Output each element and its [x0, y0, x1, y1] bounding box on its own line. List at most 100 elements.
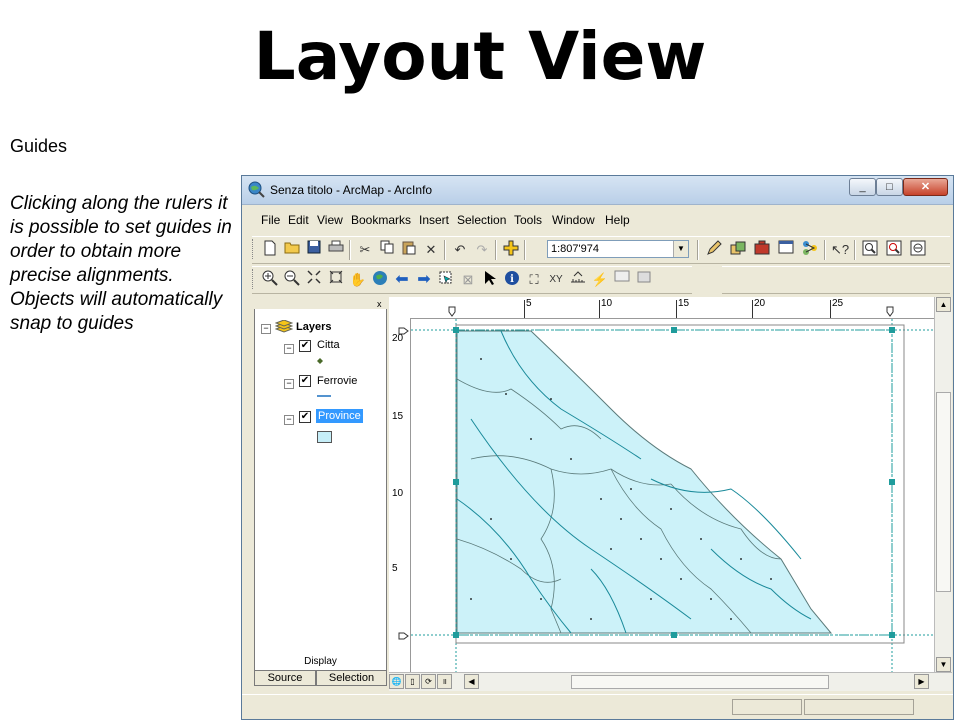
close-button[interactable]: ✕ [903, 178, 948, 196]
layer-citta-checkbox[interactable]: ✔ [299, 340, 311, 352]
open-folder-icon[interactable] [282, 240, 302, 260]
print-icon[interactable] [326, 240, 346, 260]
ruler-label-15: 15 [678, 298, 690, 309]
layer-citta-label[interactable]: Citta [317, 339, 340, 351]
vertical-ruler[interactable]: 20 15 10 5 [389, 318, 411, 673]
ruler-label-25: 25 [832, 298, 844, 309]
fixed-zoom-in-icon[interactable] [304, 270, 324, 290]
scroll-right-icon[interactable]: ▶ [914, 674, 929, 689]
table-of-contents [254, 297, 387, 686]
paste-icon[interactable] [399, 240, 419, 260]
new-document-icon[interactable] [260, 240, 280, 260]
horizontal-scrollbar[interactable]: 🌐 ▯ ⟳ ॥ ◀ ▶ [389, 672, 952, 691]
tab-selection[interactable]: Selection [316, 670, 387, 686]
layer-ferrovie-checkbox[interactable]: ✔ [299, 375, 311, 387]
full-extent-globe-icon[interactable] [370, 270, 390, 290]
vertical-scroll-thumb[interactable] [936, 392, 951, 592]
scroll-left-icon[interactable]: ◀ [464, 674, 479, 689]
toolbar-grip[interactable] [252, 239, 256, 259]
guide-marker-left-bottom-icon[interactable] [398, 631, 409, 641]
menu-window[interactable]: Window [552, 213, 595, 227]
layer-province-label-selected[interactable]: Province [316, 409, 363, 423]
menu-file[interactable]: File [261, 213, 280, 227]
measure-icon[interactable] [568, 270, 588, 290]
zoom-out-page-icon[interactable] [884, 240, 904, 260]
select-elements-arrow-icon[interactable] [480, 270, 500, 290]
find-binoculars-icon[interactable]: ⛶ [524, 270, 544, 290]
html-popup-icon[interactable] [612, 270, 632, 290]
menu-view[interactable]: View [317, 213, 343, 227]
tab-source[interactable]: Source [254, 670, 316, 686]
cut-icon[interactable]: ✂ [355, 240, 375, 260]
undo-icon[interactable]: ↶ [450, 240, 470, 260]
layer-citta-collapse-icon[interactable]: − [284, 344, 294, 354]
scroll-down-icon[interactable]: ▼ [936, 657, 951, 672]
menu-tools[interactable]: Tools [514, 213, 542, 227]
pause-drawing-icon[interactable]: ॥ [437, 674, 452, 689]
menu-help[interactable]: Help [605, 213, 630, 227]
save-icon[interactable] [304, 240, 324, 260]
help-pointer-icon[interactable]: ↖? [830, 240, 850, 260]
hyperlink-icon[interactable]: ⚡ [590, 270, 610, 290]
map-view-toggle-icon[interactable]: 🌐 [389, 674, 404, 689]
layout-page[interactable] [411, 319, 934, 672]
back-extent-icon[interactable]: ⬅ [392, 270, 412, 290]
zoom-percent-icon[interactable] [908, 240, 928, 260]
map-scale-combo[interactable]: 1:807'974 ▼ [547, 240, 689, 258]
minimize-button[interactable]: _ [849, 178, 876, 196]
menu-selection[interactable]: Selection [457, 213, 506, 227]
clear-selection-icon[interactable]: ⊠ [458, 270, 478, 290]
pan-hand-icon[interactable]: ✋ [348, 270, 368, 290]
menu-edit[interactable]: Edit [288, 213, 309, 227]
layer-province-checkbox[interactable]: ✔ [299, 411, 311, 423]
toc-tabstrip: Source Selection [254, 670, 387, 686]
maximize-button[interactable]: □ [876, 178, 903, 196]
redo-icon[interactable]: ↷ [472, 240, 492, 260]
title-bar[interactable]: Senza titolo - ArcMap - ArcInfo _ □ ✕ [242, 176, 953, 205]
ruler-label-10-vertical: 10 [392, 488, 404, 499]
identify-icon[interactable]: i [502, 270, 522, 290]
copy-icon[interactable] [377, 240, 397, 260]
status-cell-1 [732, 699, 802, 715]
horizontal-scroll-thumb[interactable] [571, 675, 829, 689]
layers-collapse-icon[interactable]: − [261, 324, 271, 334]
horizontal-ruler[interactable]: 5 10 15 20 25 [389, 297, 934, 319]
command-line-icon[interactable] [776, 240, 796, 260]
layout-view-toggle-icon[interactable]: ▯ [405, 674, 420, 689]
guide-marker-left-top-icon[interactable] [398, 326, 409, 336]
arccatalog-icon[interactable] [728, 240, 748, 260]
model-builder-icon[interactable] [800, 240, 820, 260]
forward-extent-icon[interactable]: ➡ [414, 270, 434, 290]
menu-insert[interactable]: Insert [419, 213, 449, 227]
layer-ferrovie-label[interactable]: Ferrovie [317, 375, 357, 387]
editor-toolbar-icon[interactable] [704, 240, 724, 260]
time-slider-icon[interactable] [634, 270, 654, 290]
guide-marker-top-right-icon[interactable] [885, 306, 895, 317]
refresh-icon[interactable]: ⟳ [421, 674, 436, 689]
menu-bookmarks[interactable]: Bookmarks [351, 213, 411, 227]
add-data-icon[interactable] [501, 240, 521, 260]
go-to-xy-icon[interactable]: XY [546, 270, 566, 290]
scroll-up-icon[interactable]: ▲ [936, 297, 951, 312]
vertical-scrollbar[interactable]: ▲ ▼ [934, 297, 952, 673]
toolbar-grip[interactable] [252, 269, 256, 289]
map-scale-value: 1:807'974 [551, 243, 599, 255]
arctoolbox-icon[interactable] [752, 240, 772, 260]
layer-ferrovie-collapse-icon[interactable]: − [284, 379, 294, 389]
select-features-icon[interactable] [436, 270, 456, 290]
delete-icon[interactable]: ✕ [421, 240, 441, 260]
guides-heading: Guides [10, 136, 68, 156]
layout-view-area[interactable]: 5 10 15 20 25 20 15 10 5 ▲ ▼ [389, 297, 952, 689]
layer-province-collapse-icon[interactable]: − [284, 415, 294, 425]
toc-close-icon[interactable]: x [377, 299, 382, 309]
display-tab-label[interactable]: Display [254, 656, 387, 670]
guide-marker-top-left-icon[interactable] [447, 306, 457, 317]
layers-stack-icon [275, 320, 293, 333]
zoom-out-icon[interactable] [282, 270, 302, 290]
chevron-down-icon[interactable]: ▼ [673, 241, 688, 257]
layers-root-label[interactable]: Layers [296, 321, 331, 333]
zoom-in-icon[interactable] [260, 270, 280, 290]
zoom-whole-page-icon[interactable] [860, 240, 880, 260]
fixed-zoom-out-icon[interactable] [326, 270, 346, 290]
map-frame[interactable] [411, 319, 934, 672]
